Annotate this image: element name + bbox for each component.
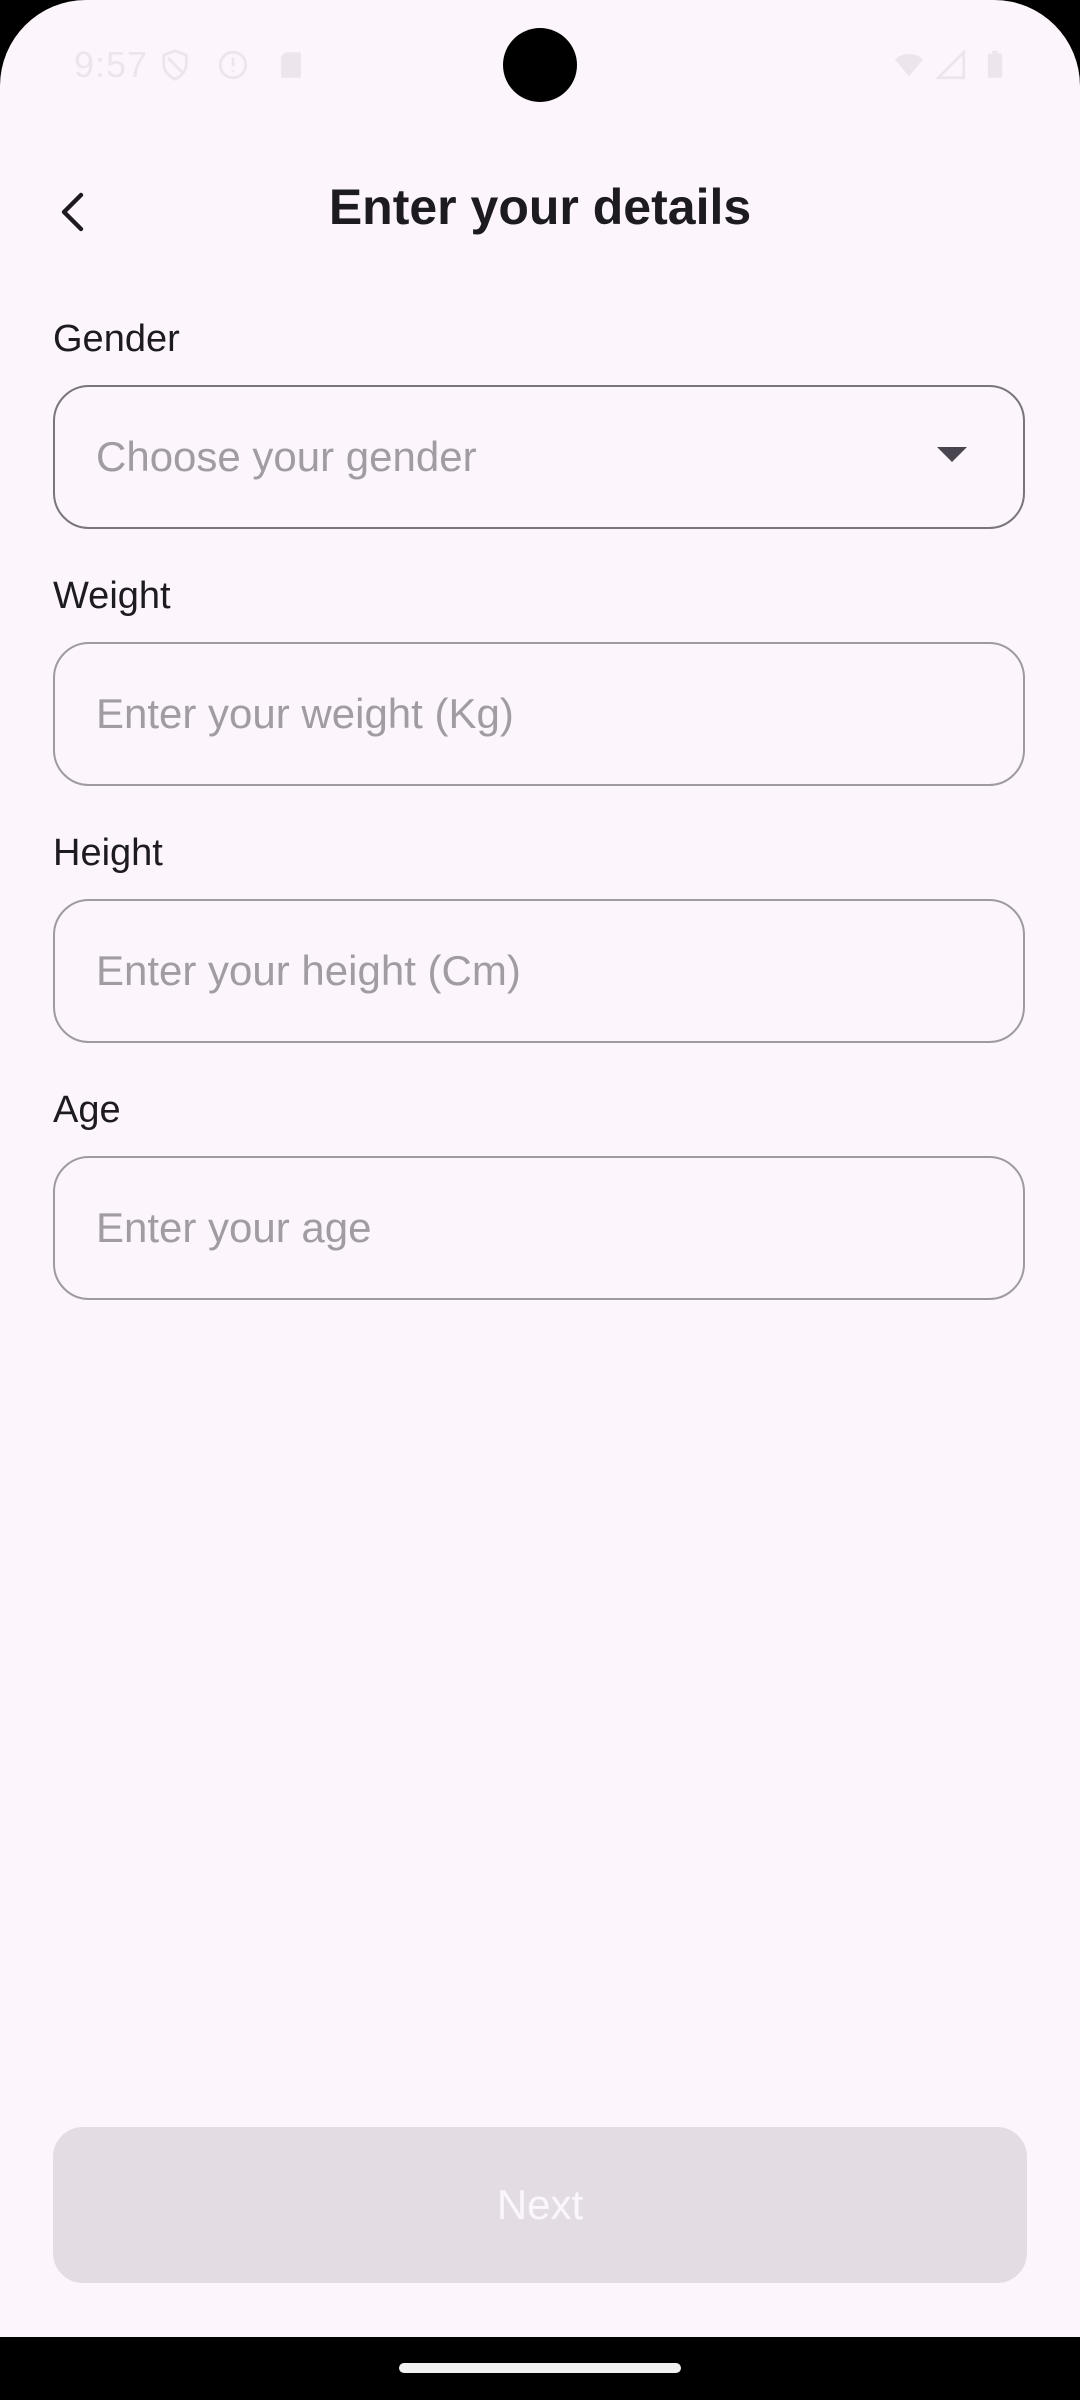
age-label: Age	[53, 1089, 121, 1131]
weight-input[interactable]: Enter your weight (Kg)	[53, 642, 1025, 786]
app-bar: Enter your details	[0, 150, 1080, 264]
battery-icon	[987, 50, 1003, 78]
back-button[interactable]	[32, 170, 116, 254]
screen: 9:57 Enter your details Gender Choose yo…	[0, 0, 1080, 2337]
weight-label: Weight	[53, 575, 171, 617]
signal-icon	[934, 48, 966, 80]
sd-card-icon	[281, 52, 301, 78]
height-placeholder: Enter your height (Cm)	[96, 947, 521, 994]
dropdown-arrow-icon	[937, 447, 967, 462]
age-placeholder: Enter your age	[96, 1204, 372, 1251]
next-button[interactable]: Next	[53, 2127, 1027, 2283]
chevron-left-icon	[61, 192, 84, 232]
height-label: Height	[53, 832, 163, 874]
height-input[interactable]: Enter your height (Cm)	[53, 899, 1025, 1043]
camera-cutout	[503, 28, 577, 102]
alert-circle-icon	[218, 50, 248, 80]
gender-dropdown[interactable]: Choose your gender	[53, 385, 1025, 529]
gesture-nav-handle[interactable]	[399, 2363, 681, 2373]
gender-placeholder: Choose your gender	[96, 433, 477, 480]
shield-icon	[162, 49, 188, 81]
wifi-icon	[894, 54, 924, 77]
weight-placeholder: Enter your weight (Kg)	[96, 690, 514, 737]
status-time: 9:57	[74, 44, 149, 85]
age-input[interactable]: Enter your age	[53, 1156, 1025, 1300]
page-title: Enter your details	[328, 179, 752, 235]
gender-label: Gender	[53, 318, 180, 360]
status-bar: 9:57	[0, 0, 1080, 134]
